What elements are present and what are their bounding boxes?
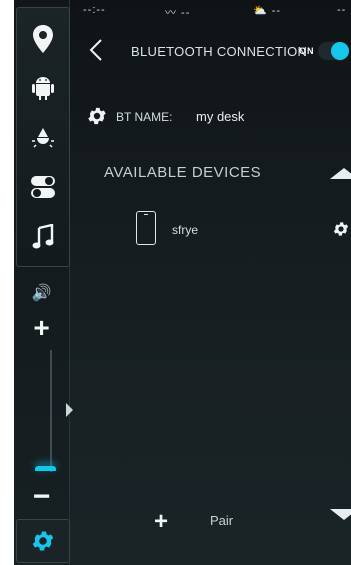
page-title: BLUETOOTH CONNECTION <box>131 44 308 59</box>
device-name: sfrye <box>172 223 199 237</box>
scroll-down-arrow-icon[interactable] <box>330 509 351 520</box>
back-button[interactable] <box>89 38 115 64</box>
volume-down-button[interactable]: − <box>14 480 69 514</box>
rail-item-music[interactable] <box>17 214 69 260</box>
header: BLUETOOTH CONNECTION ON <box>69 36 351 68</box>
status-water: 〰 -- <box>165 7 191 19</box>
volume-slider-arrow-icon <box>66 403 73 417</box>
bt-name-row[interactable]: BT NAME: my desk <box>86 104 346 128</box>
volume-up-button[interactable]: + <box>14 312 69 344</box>
volume-slider-level[interactable] <box>35 466 56 471</box>
bluetooth-toggle-label: ON <box>299 46 315 56</box>
light-bulb-icon <box>32 128 54 148</box>
rail-item-switches[interactable] <box>17 164 69 210</box>
status-time: --:-- <box>83 4 106 16</box>
android-icon <box>32 77 54 100</box>
side-rail: 🔊 + − <box>14 0 73 565</box>
list-item[interactable]: sfrye <box>136 210 351 246</box>
available-devices-title: AVAILABLE DEVICES <box>104 164 262 181</box>
chevron-left-icon <box>89 39 102 61</box>
bt-name-value[interactable]: my desk <box>196 109 244 124</box>
screen: 🔊 + − --:-- 〰 -- ⛅ -- -- BLUETOOTH CONNE… <box>14 0 351 565</box>
volume-slider-track[interactable] <box>50 350 52 472</box>
bluetooth-toggle[interactable] <box>318 42 349 60</box>
rail-item-android[interactable] <box>17 65 69 111</box>
music-note-icon <box>32 224 54 249</box>
pair-button[interactable]: Pair <box>210 513 233 528</box>
gear-icon[interactable] <box>332 220 350 238</box>
pair-plus-icon[interactable]: + <box>154 508 168 536</box>
status-right: -- <box>337 4 347 16</box>
scroll-up-arrow-icon[interactable] <box>330 168 351 179</box>
toggle-icon <box>31 176 55 198</box>
status-bar: --:-- 〰 -- ⛅ -- -- <box>69 0 351 20</box>
rail-menu-group <box>16 7 70 267</box>
gear-icon <box>32 531 54 551</box>
location-pin-icon <box>33 25 53 53</box>
toggle-knob <box>331 42 349 60</box>
gear-icon <box>88 107 106 125</box>
bt-name-label: BT NAME: <box>116 110 173 124</box>
settings-button[interactable] <box>16 519 70 563</box>
status-weather: ⛅ -- <box>253 5 282 17</box>
rail-item-location[interactable] <box>17 16 69 62</box>
volume-icon: 🔊 <box>31 285 52 302</box>
rail-item-lighting[interactable] <box>17 114 69 160</box>
phone-icon <box>136 211 156 245</box>
